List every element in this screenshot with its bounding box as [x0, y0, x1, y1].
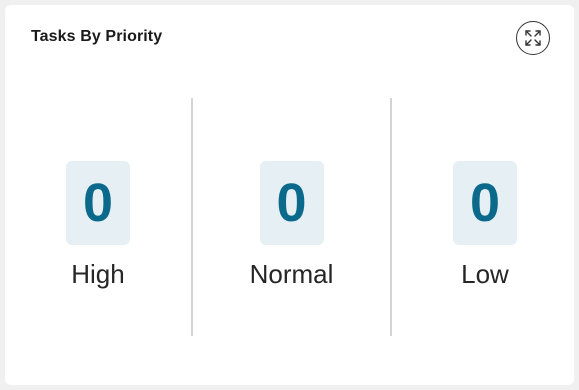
high-count: 0 — [66, 161, 130, 245]
priority-normal[interactable]: 0 Normal — [193, 98, 390, 336]
normal-label: Normal — [249, 259, 334, 289]
priority-high[interactable]: 0 High — [5, 98, 191, 336]
normal-count: 0 — [259, 161, 324, 245]
priority-low[interactable]: 0 Low — [392, 98, 578, 336]
low-count: 0 — [453, 161, 517, 245]
low-label: Low — [461, 259, 509, 289]
high-label: High — [71, 259, 125, 289]
expand-button[interactable] — [516, 21, 550, 55]
card-title: Tasks By Priority — [31, 28, 163, 45]
expand-icon — [525, 30, 541, 46]
priority-columns: 0 High 0 Normal 0 Low — [5, 98, 574, 336]
tasks-by-priority-card: Tasks By Priority 0 High 0 Normal 0 Low — [5, 5, 574, 385]
